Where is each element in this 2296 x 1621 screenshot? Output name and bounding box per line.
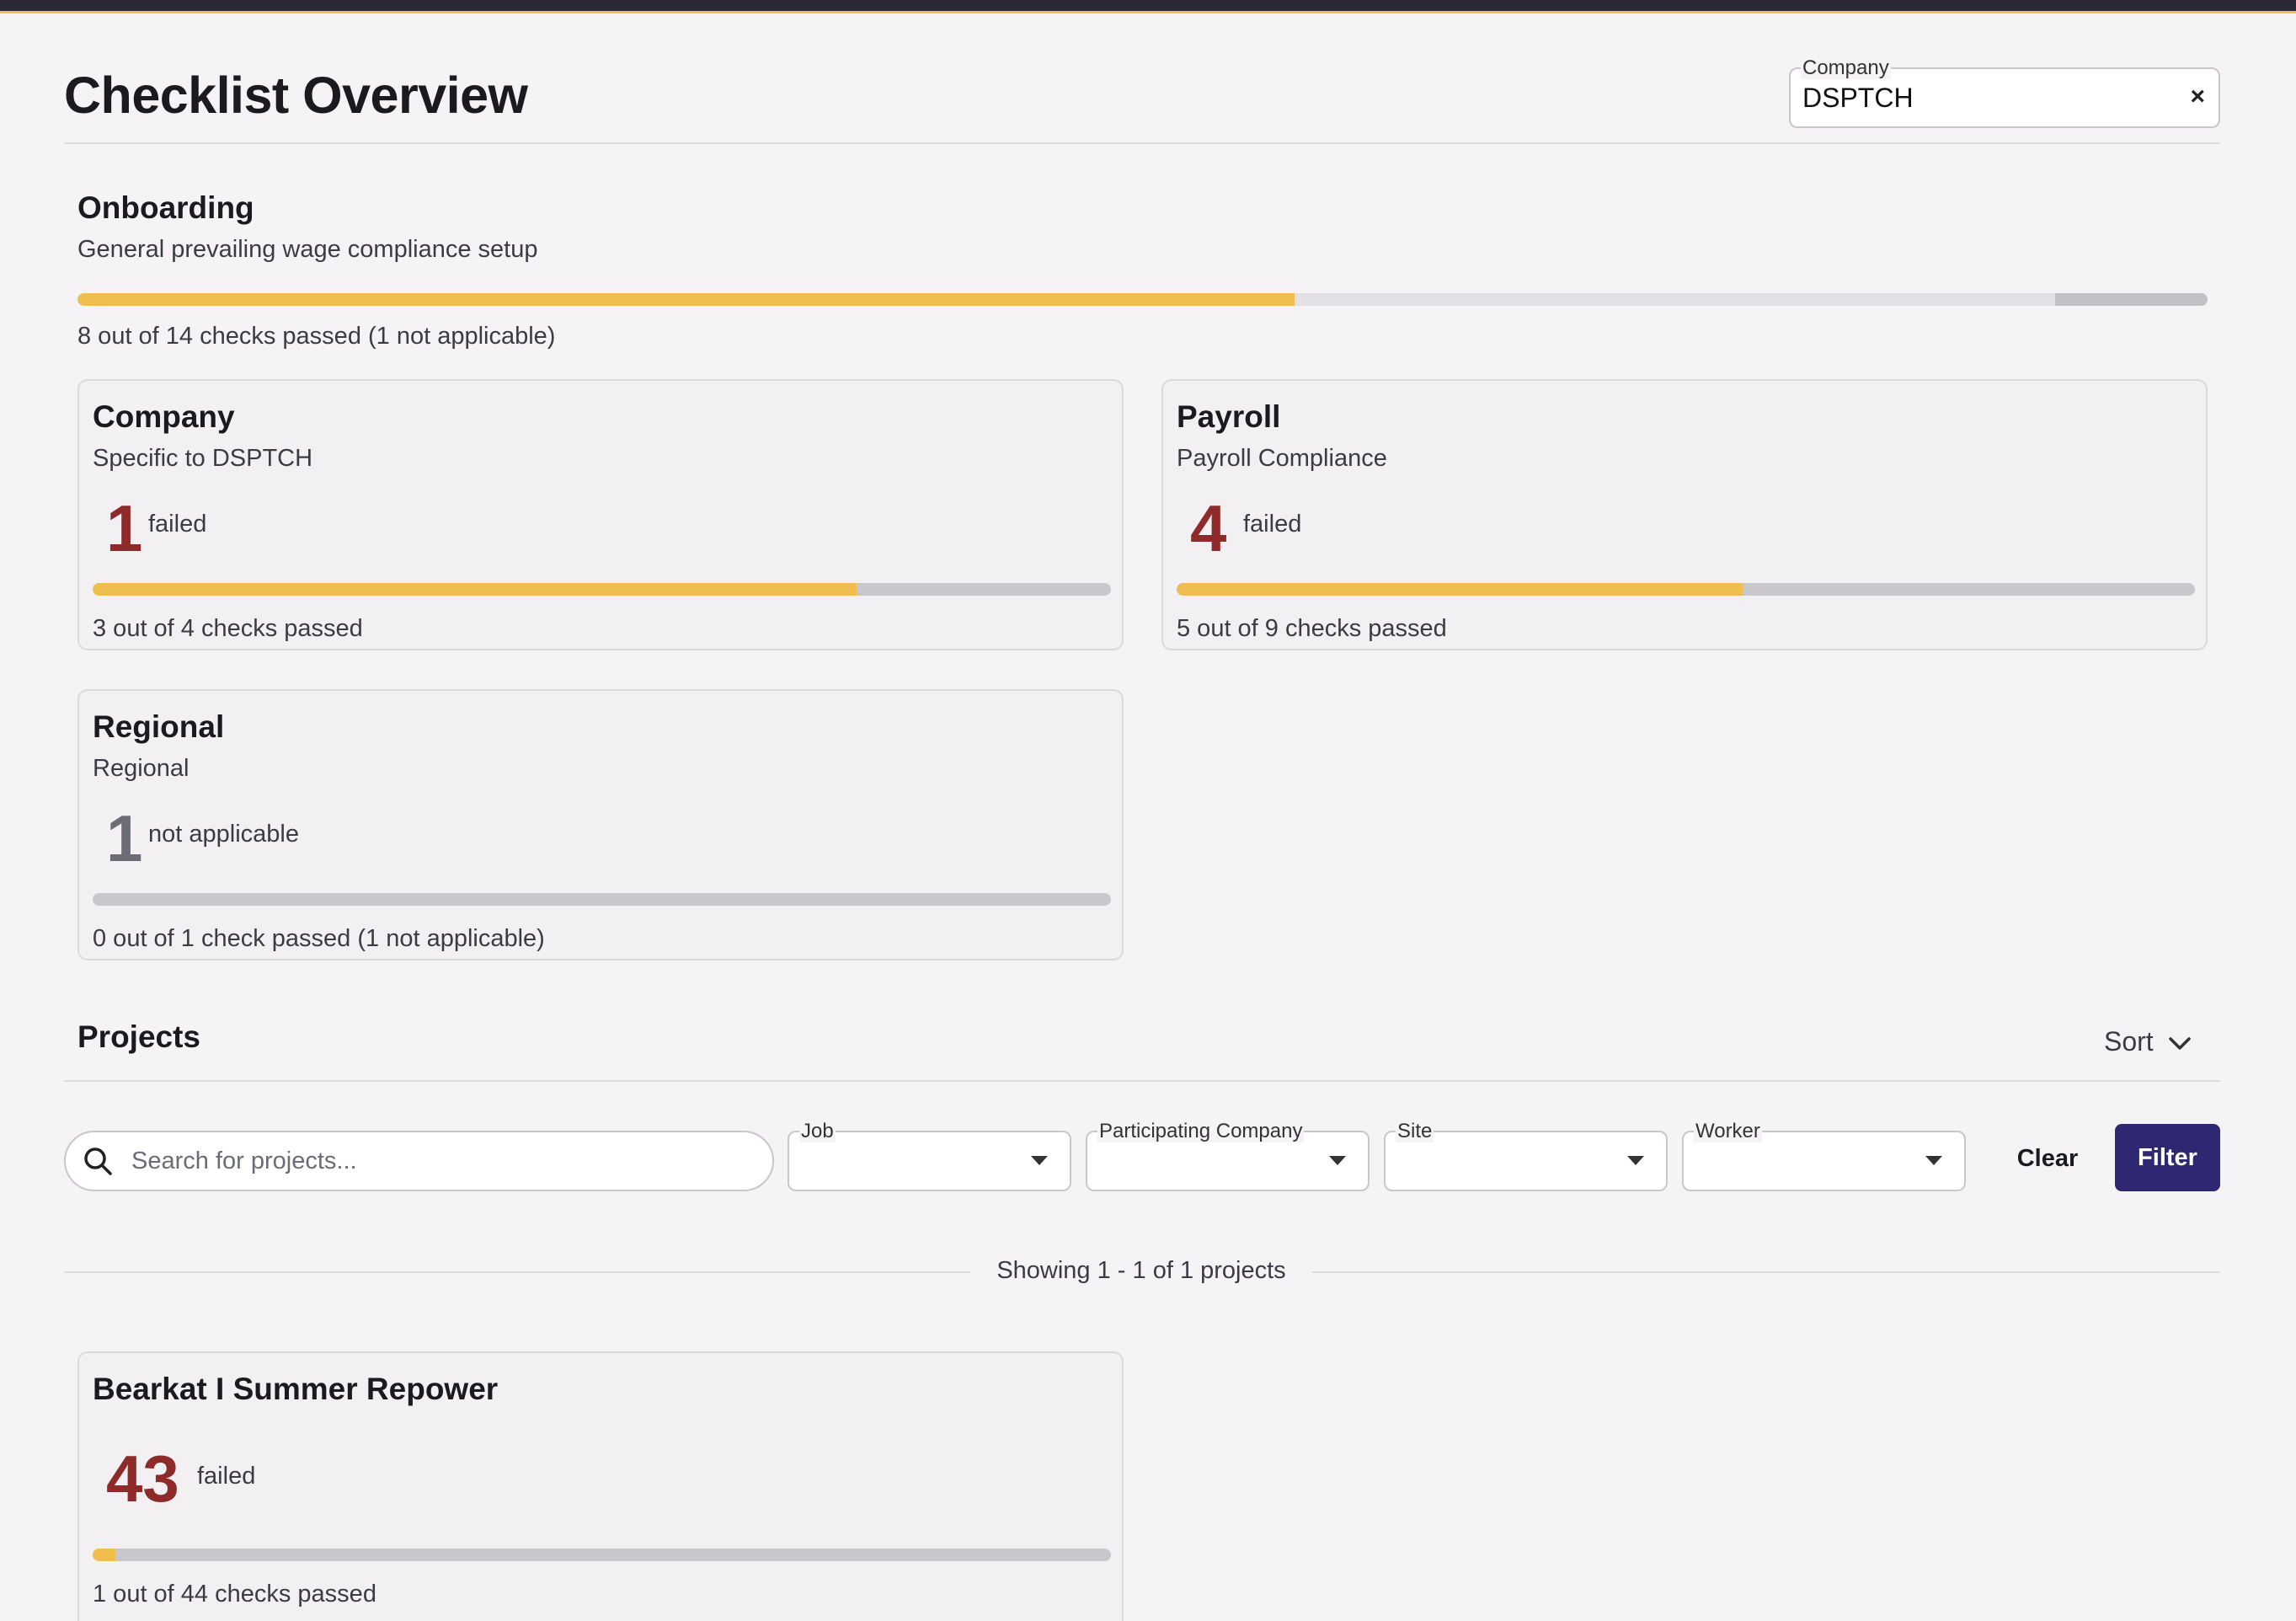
- job-dropdown[interactable]: Job: [788, 1121, 1071, 1191]
- company-select[interactable]: Company DSPTCH ×: [1789, 57, 2220, 128]
- project-card[interactable]: Bearkat I Summer Repower 43 failed 1 out…: [77, 1351, 1124, 1621]
- onboarding-progress-text: 8 out of 14 checks passed (1 not applica…: [77, 323, 556, 350]
- project-progress-fill: [93, 1549, 116, 1561]
- failed-label: failed: [148, 511, 207, 538]
- sort-button[interactable]: Sort: [2104, 1026, 2192, 1057]
- failed-label: failed: [197, 1463, 256, 1490]
- divider: [64, 1271, 970, 1273]
- projects-title: Projects: [77, 1019, 201, 1054]
- site-dropdown[interactable]: Site: [1384, 1121, 1668, 1191]
- card-progress-fill: [1177, 583, 1743, 596]
- project-progress-bar: [93, 1549, 1111, 1561]
- project-progress-text: 1 out of 44 checks passed: [93, 1581, 376, 1608]
- card-progress-text: 3 out of 4 checks passed: [93, 615, 363, 642]
- not-applicable-count: 1: [106, 801, 143, 875]
- onboarding-subtitle: General prevailing wage compliance setup: [77, 236, 538, 263]
- category-card-company[interactable]: Company Specific to DSPTCH 1 failed 3 ou…: [77, 379, 1124, 650]
- onboarding-progress-bar: [77, 293, 2208, 306]
- card-progress-fill: [93, 583, 857, 596]
- caret-down-icon: [1329, 1156, 1346, 1165]
- card-progress-text: 0 out of 1 check passed (1 not applicabl…: [93, 925, 545, 952]
- category-card-payroll[interactable]: Payroll Payroll Compliance 4 failed 5 ou…: [1161, 379, 2208, 650]
- results-count: Showing 1 - 1 of 1 projects: [996, 1257, 1286, 1284]
- project-search[interactable]: [64, 1131, 774, 1191]
- title-divider: [64, 142, 2220, 144]
- onboarding-progress-fill: [77, 293, 1295, 306]
- card-progress-bar: [93, 893, 1111, 906]
- failed-count: 1: [106, 491, 143, 565]
- caret-down-icon: [1031, 1156, 1048, 1165]
- card-progress-text: 5 out of 9 checks passed: [1177, 615, 1447, 642]
- failed-count: 43: [106, 1442, 179, 1516]
- onboarding-progress-na: [2055, 293, 2208, 306]
- worker-dropdown[interactable]: Worker: [1682, 1121, 1966, 1191]
- card-subtitle: Payroll Compliance: [1177, 445, 1387, 472]
- worker-label: Worker: [1694, 1120, 1762, 1142]
- filter-button[interactable]: Filter: [2115, 1124, 2220, 1191]
- site-label: Site: [1396, 1120, 1434, 1142]
- card-title: Regional: [93, 709, 225, 744]
- caret-down-icon: [1627, 1156, 1644, 1165]
- page-title: Checklist Overview: [64, 67, 528, 124]
- participating-company-dropdown[interactable]: Participating Company: [1086, 1121, 1370, 1191]
- sort-label: Sort: [2104, 1026, 2154, 1057]
- card-title: Company: [93, 399, 235, 434]
- card-subtitle: Regional: [93, 755, 190, 782]
- card-subtitle: Specific to DSPTCH: [93, 445, 313, 472]
- participating-company-label: Participating Company: [1097, 1120, 1305, 1142]
- caret-down-icon: [1925, 1156, 1942, 1165]
- company-select-value: DSPTCH: [1802, 83, 1914, 113]
- clear-company-icon[interactable]: ×: [2190, 83, 2205, 111]
- onboarding-title: Onboarding: [77, 190, 254, 225]
- divider: [1312, 1271, 2220, 1273]
- project-title: Bearkat I Summer Repower: [93, 1372, 499, 1406]
- company-select-label: Company: [1801, 56, 1891, 79]
- projects-divider: [64, 1080, 2220, 1082]
- category-card-regional[interactable]: Regional Regional 1 not applicable 0 out…: [77, 689, 1124, 960]
- search-icon: [84, 1148, 112, 1175]
- card-progress-bar: [1177, 583, 2195, 596]
- chevron-down-icon: [2168, 1036, 2191, 1050]
- card-title: Payroll: [1177, 399, 1281, 434]
- job-label: Job: [799, 1120, 836, 1142]
- top-bar: [0, 0, 2296, 13]
- clear-button[interactable]: Clear: [2000, 1125, 2096, 1192]
- failed-count: 4: [1190, 491, 1227, 565]
- search-input[interactable]: [131, 1144, 755, 1178]
- not-applicable-label: not applicable: [148, 821, 299, 848]
- card-progress-bar: [93, 583, 1111, 596]
- failed-label: failed: [1243, 511, 1302, 538]
